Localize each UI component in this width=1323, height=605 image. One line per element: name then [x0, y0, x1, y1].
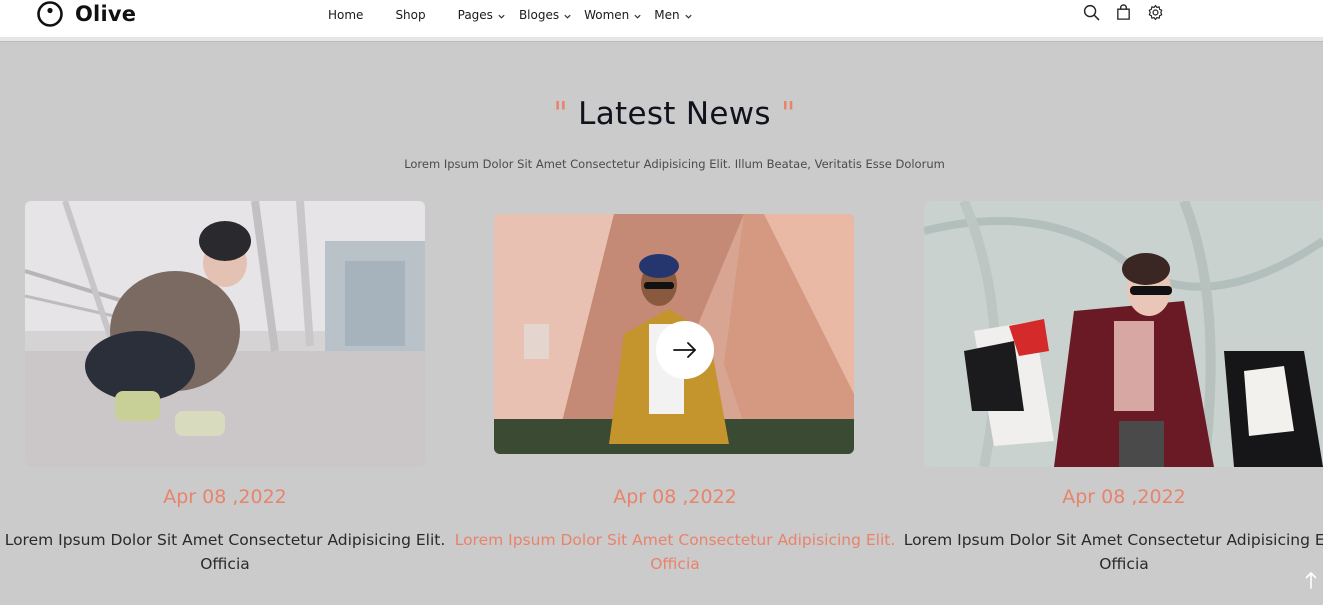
news-card-date: Apr 08 ,2022 — [1062, 486, 1186, 508]
runner-tying-shoe-image — [25, 201, 425, 467]
header-actions — [1083, 4, 1164, 21]
title-quote-open: " — [553, 96, 568, 132]
news-card-title[interactable]: Lorem Ipsum Dolor Sit Amet Consectetur A… — [0, 528, 450, 576]
nav-item-home[interactable]: Home — [328, 8, 363, 22]
title-text: Latest News — [578, 96, 771, 132]
brand-logo[interactable]: Olive — [36, 1, 136, 27]
chevron-down-icon — [685, 14, 692, 19]
nav-item-shop[interactable]: Shop — [395, 8, 425, 22]
news-card-date: Apr 08 ,2022 — [613, 486, 737, 508]
search-icon[interactable] — [1083, 4, 1100, 21]
nav-item-men[interactable]: Men — [654, 8, 692, 22]
nav-item-label: Home — [328, 8, 364, 22]
news-card-image[interactable] — [924, 201, 1323, 467]
header-divider — [0, 37, 1323, 42]
woman-shopping-bags-image — [924, 201, 1323, 467]
read-more-button[interactable] — [656, 321, 714, 379]
logo-ring-icon — [37, 1, 63, 27]
nav-item-label: Women — [584, 8, 630, 22]
nav-item-label: Pages — [457, 8, 493, 22]
news-card-image[interactable] — [494, 214, 854, 454]
nav-item-label: Shop — [395, 8, 426, 22]
settings-gear-icon[interactable] — [1147, 4, 1164, 21]
main-nav: Home Shop Pages Bloges Women Men — [328, 8, 693, 22]
nav-item-pages[interactable]: Pages — [458, 8, 506, 22]
arrow-right-icon — [673, 342, 696, 358]
chevron-down-icon — [498, 14, 505, 19]
nav-item-label: Bloges — [518, 8, 560, 22]
title-quote-close: " — [781, 96, 796, 132]
nav-item-bloges[interactable]: Bloges — [519, 8, 572, 22]
news-card-title[interactable]: Lorem Ipsum Dolor Sit Amet Consectetur A… — [450, 528, 900, 576]
site-header: Olive Home Shop Pages Bloges Women Men — [0, 0, 1323, 37]
back-to-top-arrow-icon[interactable] — [1304, 570, 1318, 590]
shopping-bag-icon[interactable] — [1115, 4, 1132, 21]
nav-item-label: Men — [654, 8, 680, 22]
section-title: " Latest News " — [0, 96, 1323, 132]
news-card-image[interactable] — [25, 201, 425, 467]
section-subtitle: Lorem Ipsum Dolor Sit Amet Consectetur A… — [404, 157, 945, 171]
chevron-down-icon — [564, 14, 571, 19]
brand-name: Olive — [75, 2, 137, 26]
chevron-down-icon — [634, 14, 641, 19]
news-card-title[interactable]: Lorem Ipsum Dolor Sit Amet Consectetur A… — [899, 528, 1323, 576]
news-card-date: Apr 08 ,2022 — [163, 486, 287, 508]
nav-item-women[interactable]: Women — [584, 8, 642, 22]
